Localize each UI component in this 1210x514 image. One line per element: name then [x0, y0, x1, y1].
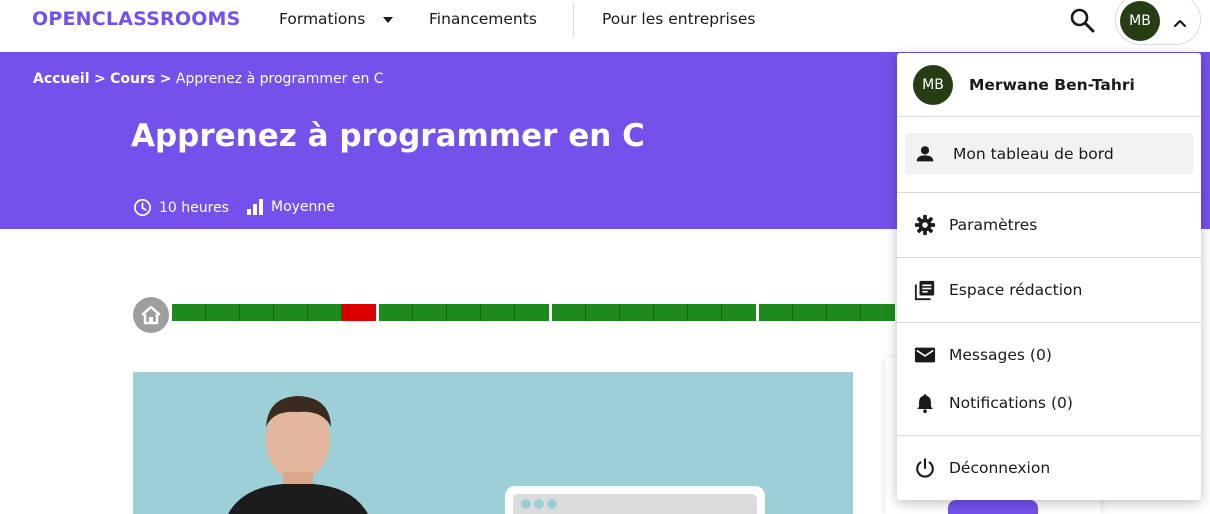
- menu-divider: [897, 322, 1201, 323]
- search-icon[interactable]: [1068, 6, 1096, 34]
- menu-item-label: Espace rédaction: [949, 281, 1083, 299]
- chevron-up-icon: [1170, 13, 1190, 33]
- home-icon: [141, 305, 161, 325]
- progress-segment-done[interactable]: [722, 304, 756, 321]
- progress-segment-done[interactable]: [620, 304, 654, 321]
- menu-item-notifications[interactable]: Notifications (0): [897, 382, 1201, 424]
- user-dropdown-menu: MB Merwane Ben-Tahri Mon tableau de bord: [897, 53, 1201, 500]
- user-menu-toggle[interactable]: MB: [1115, 0, 1201, 45]
- course-cover-image: [133, 372, 853, 514]
- breadcrumb-separator: >: [93, 71, 106, 87]
- progress-segment-done[interactable]: [793, 304, 827, 321]
- level-text: Moyenne: [271, 199, 335, 215]
- menu-item-dashboard[interactable]: Mon tableau de bord: [905, 133, 1193, 175]
- breadcrumb: Accueil > Cours > Apprenez à programmer …: [33, 71, 384, 87]
- progress-segment-done[interactable]: [240, 304, 274, 321]
- breadcrumb-separator: >: [159, 71, 172, 87]
- menu-item-logout[interactable]: Déconnexion: [897, 447, 1201, 489]
- menu-divider: [897, 435, 1201, 436]
- library-icon: [913, 278, 937, 302]
- progress-segment-done[interactable]: [861, 304, 895, 321]
- progress-segment-done[interactable]: [654, 304, 688, 321]
- progress-segment-done[interactable]: [413, 304, 447, 321]
- menu-divider: [897, 257, 1201, 258]
- duration-text: 10 heures: [159, 199, 229, 216]
- nav-entreprises[interactable]: Pour les entreprises: [602, 10, 755, 28]
- gear-icon: [913, 213, 937, 237]
- breadcrumb-cours[interactable]: Cours: [110, 71, 155, 87]
- menu-item-messages[interactable]: Messages (0): [897, 334, 1201, 376]
- progress-segment-done[interactable]: [172, 304, 206, 321]
- progress-segment-done[interactable]: [586, 304, 620, 321]
- top-navigation: OPENCLASSROOMS Formations Financements P…: [0, 0, 1210, 52]
- menu-item-label: Déconnexion: [949, 459, 1051, 477]
- progress-segment-done[interactable]: [447, 304, 481, 321]
- signal-bars-icon: [247, 199, 263, 215]
- progress-segment-done[interactable]: [688, 304, 722, 321]
- progress-part: [379, 304, 549, 321]
- progress-segment-done[interactable]: [308, 304, 342, 321]
- user-name: Merwane Ben-Tahri: [969, 76, 1135, 94]
- avatar: MB: [913, 65, 953, 105]
- progress-segment-done[interactable]: [515, 304, 549, 321]
- progress-segment-done[interactable]: [552, 304, 586, 321]
- progress-segment-current[interactable]: [342, 304, 376, 321]
- side-card-badge: [948, 500, 1038, 514]
- menu-item-label: Paramètres: [949, 216, 1038, 234]
- progress-part: [759, 304, 895, 321]
- progress-segment-done[interactable]: [481, 304, 515, 321]
- progress-part: [552, 304, 756, 321]
- menu-item-label: Messages (0): [949, 346, 1052, 364]
- nav-divider: [573, 4, 574, 36]
- progress-segment-done[interactable]: [206, 304, 240, 321]
- menu-divider: [897, 192, 1201, 193]
- menu-item-writing-space[interactable]: Espace rédaction: [897, 269, 1201, 311]
- mail-icon: [913, 343, 937, 367]
- power-icon: [913, 456, 937, 480]
- course-duration: 10 heures: [133, 198, 229, 217]
- page-title: Apprenez à programmer en C: [131, 118, 645, 154]
- menu-item-settings[interactable]: Paramètres: [897, 204, 1201, 246]
- breadcrumb-current: Apprenez à programmer en C: [175, 71, 384, 87]
- page: OPENCLASSROOMS Formations Financements P…: [0, 0, 1210, 514]
- site-logo[interactable]: OPENCLASSROOMS: [32, 8, 241, 30]
- nav-financements[interactable]: Financements: [429, 10, 537, 28]
- breadcrumb-accueil[interactable]: Accueil: [33, 71, 90, 87]
- progress-segment-done[interactable]: [379, 304, 413, 321]
- bell-icon: [913, 391, 937, 415]
- course-level: Moyenne: [246, 198, 335, 216]
- person-icon: [913, 142, 937, 166]
- progress-segment-done[interactable]: [827, 304, 861, 321]
- menu-item-label: Notifications (0): [949, 394, 1073, 412]
- clock-icon: [134, 199, 151, 216]
- progress-segment-done[interactable]: [759, 304, 793, 321]
- menu-item-label: Mon tableau de bord: [953, 145, 1114, 163]
- caret-down-icon[interactable]: [383, 17, 393, 23]
- progress-part: [172, 304, 376, 321]
- menu-user-header: MB Merwane Ben-Tahri: [897, 53, 1201, 117]
- progress-segment-done[interactable]: [274, 304, 308, 321]
- avatar: MB: [1120, 1, 1160, 41]
- nav-formations[interactable]: Formations: [279, 10, 365, 28]
- course-home-button[interactable]: [133, 297, 169, 333]
- course-progress-bar: [172, 304, 898, 321]
